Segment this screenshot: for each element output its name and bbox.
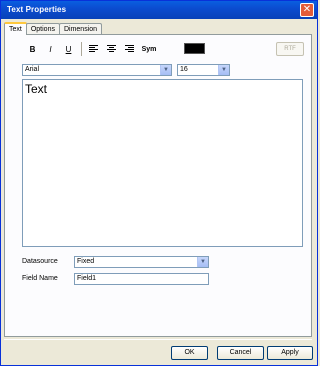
chevron-down-icon[interactable]: ▼ [218, 65, 229, 75]
bold-icon: B [29, 44, 36, 54]
chevron-down-icon[interactable]: ▼ [197, 257, 208, 267]
field-name-value: Field1 [77, 275, 97, 282]
apply-button[interactable]: Apply [267, 346, 313, 360]
italic-button[interactable]: I [42, 42, 59, 57]
tab-text[interactable]: Text [4, 22, 27, 35]
format-toolbar: B I U Sym [24, 41, 160, 57]
datasource-select[interactable]: Fixed ▼ [74, 256, 209, 268]
underline-button[interactable]: U [60, 42, 77, 57]
rtf-button[interactable]: RTF [276, 42, 304, 56]
window-title: Text Properties [7, 5, 67, 14]
align-left-button[interactable] [85, 42, 102, 57]
cancel-button[interactable]: Cancel [217, 346, 264, 360]
datasource-value: Fixed [77, 258, 95, 265]
align-center-button[interactable] [103, 42, 120, 57]
align-left-icon [89, 45, 98, 52]
field-name-input[interactable]: Field1 [74, 273, 209, 285]
font-family-select[interactable]: Arial ▼ [22, 64, 172, 76]
align-right-button[interactable] [121, 42, 138, 57]
text-color-swatch[interactable] [184, 43, 205, 54]
font-size-select[interactable]: 16 ▼ [177, 64, 230, 76]
title-bar[interactable]: Text Properties ✕ [1, 1, 317, 19]
align-center-icon [107, 45, 116, 52]
text-editor[interactable]: Text [22, 79, 303, 247]
italic-icon: I [49, 44, 52, 54]
toolbar-separator [81, 42, 82, 56]
editor-content: Text [25, 82, 48, 96]
field-name-label: Field Name [22, 275, 58, 282]
font-family-value: Arial [25, 66, 40, 73]
chevron-down-icon[interactable]: ▼ [160, 65, 171, 75]
datasource-label: Datasource [22, 258, 58, 265]
close-button[interactable]: ✕ [300, 3, 314, 17]
align-right-icon [125, 45, 134, 52]
bold-button[interactable]: B [24, 42, 41, 57]
font-size-value: 16 [180, 66, 188, 73]
symbol-button[interactable]: Sym [139, 42, 159, 57]
underline-icon: U [65, 44, 72, 54]
close-icon: ✕ [302, 4, 312, 15]
ok-button[interactable]: OK [171, 346, 208, 360]
footer-divider [4, 339, 312, 340]
